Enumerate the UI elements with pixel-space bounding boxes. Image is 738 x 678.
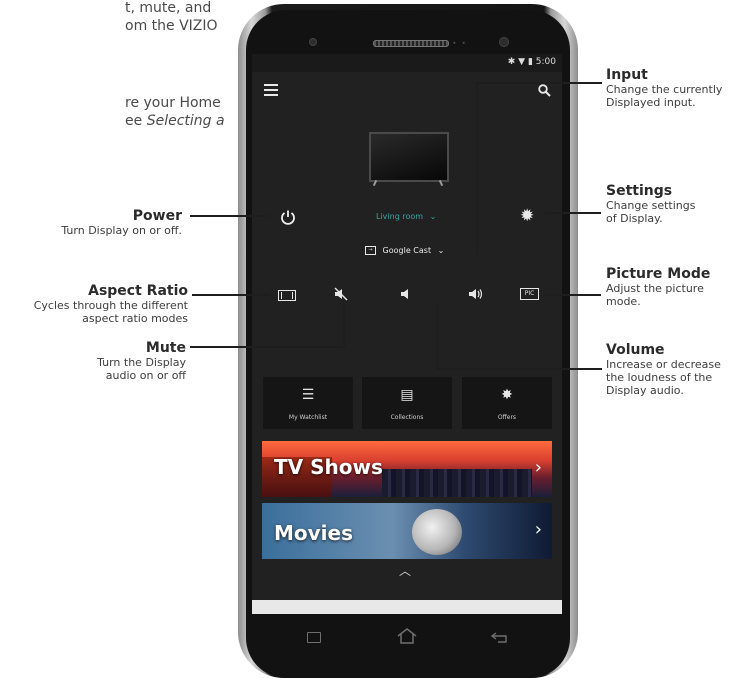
- callout-title: Power: [132, 208, 182, 224]
- settings-callout: Settings Change settings of Display.: [606, 183, 695, 225]
- recent-apps-icon[interactable]: [307, 632, 321, 643]
- callout-desc: of Display.: [606, 212, 663, 225]
- input-selector[interactable]: → Google Cast ⌄: [365, 246, 444, 255]
- collections-icon: ▤: [400, 387, 414, 403]
- front-camera: [499, 37, 509, 47]
- picture-mode-callout: Picture Mode Adjust the picture mode.: [606, 266, 710, 308]
- aspect-ratio-callout: Aspect Ratio Cycles through the differen…: [34, 283, 188, 325]
- collections-tile[interactable]: ▤ Collections: [362, 377, 452, 429]
- callout-title: Volume: [606, 342, 665, 358]
- proximity-dots: • •: [452, 39, 467, 48]
- power-leader-line: [190, 215, 267, 217]
- callout-desc: Increase or decrease: [606, 358, 721, 371]
- volume-down-icon[interactable]: [400, 288, 412, 300]
- tile-label: Collections: [390, 414, 424, 421]
- callout-desc: Displayed input.: [606, 96, 696, 109]
- bluetooth-icon: ✱: [507, 57, 516, 67]
- power-callout: Power Turn Display on or off.: [61, 208, 182, 237]
- volume-leader-line-v: [436, 303, 438, 370]
- watchlist-icon: ☰: [301, 387, 315, 403]
- chevron-down-icon: ⌄: [437, 246, 445, 255]
- callout-desc: Adjust the picture: [606, 282, 704, 295]
- callout-desc: Change the currently: [606, 83, 723, 96]
- power-icon[interactable]: [280, 209, 296, 225]
- manual-text-italic: Selecting a: [146, 113, 225, 129]
- status-indicators: ✱ ▼ ▮ 5:00: [508, 57, 556, 67]
- callout-title: Mute: [145, 340, 186, 356]
- input-icon: →: [365, 246, 376, 255]
- chevron-down-icon: ⌄: [429, 212, 437, 221]
- callout-desc: Change settings: [606, 199, 696, 212]
- tv-image: [369, 132, 449, 182]
- manual-text-line-2: om the VIZIO: [125, 18, 218, 34]
- aspect-ratio-icon[interactable]: [278, 290, 296, 301]
- callout-title: Settings: [606, 183, 673, 199]
- offers-icon: ✸: [501, 387, 513, 403]
- callout-desc: audio on or off: [105, 369, 186, 382]
- chevron-right-icon: ›: [534, 519, 542, 540]
- input-name: Google Cast: [382, 246, 432, 255]
- callout-title: Picture Mode: [606, 266, 711, 282]
- movies-title: Movies: [274, 521, 354, 545]
- mute-icon[interactable]: [334, 287, 348, 301]
- aspect-leader-line: [192, 294, 270, 296]
- my-watchlist-tile[interactable]: ☰ My Watchlist: [263, 377, 353, 429]
- volume-callout: Volume Increase or decrease the loudness…: [606, 342, 721, 397]
- astronaut-image: [412, 509, 462, 555]
- back-icon[interactable]: [490, 631, 508, 643]
- device-selector[interactable]: Living room ⌄: [376, 212, 436, 221]
- volume-leader-line-h: [438, 368, 602, 370]
- picture-mode-icon[interactable]: PIC: [520, 288, 539, 300]
- chevron-up-icon[interactable]: ︿: [399, 562, 411, 579]
- city-skyline-image: [382, 469, 532, 497]
- tv-leg-left: [372, 179, 378, 187]
- input-leader-line-v: [476, 82, 478, 254]
- manual-text-line-3: re your Home: [125, 95, 221, 111]
- mute-leader-line-v: [343, 303, 345, 348]
- search-icon[interactable]: [538, 84, 551, 97]
- front-sensor-dot: [309, 38, 317, 46]
- device-name: Living room: [376, 212, 424, 221]
- callout-desc: Turn the Display: [97, 356, 186, 369]
- volume-up-icon[interactable]: [468, 288, 484, 300]
- android-nav-bar: [252, 614, 562, 664]
- gear-icon[interactable]: ✹: [520, 206, 534, 226]
- chevron-right-icon: ›: [534, 457, 542, 478]
- settings-leader-line: [545, 212, 601, 214]
- callout-desc: aspect ratio modes: [82, 312, 188, 325]
- callout-desc: the loudness of the: [606, 371, 713, 384]
- battery-icon: ▮: [527, 57, 533, 67]
- home-icon[interactable]: [396, 628, 418, 644]
- menu-icon[interactable]: [264, 84, 278, 96]
- callout-desc: Turn Display on or off.: [61, 224, 182, 237]
- status-time: 5:00: [535, 57, 556, 67]
- callout-title: Aspect Ratio: [88, 283, 188, 299]
- callout-desc: Cycles through the different: [33, 299, 188, 312]
- manual-text-line-4: ee Selecting a: [125, 112, 225, 130]
- manual-text-plain: ee: [125, 113, 147, 129]
- picture-mode-leader-line: [545, 294, 601, 296]
- input-leader-line-h: [478, 82, 602, 84]
- status-bar: ✱ ▼ ▮ 5:00: [252, 54, 562, 72]
- tile-label: My Watchlist: [288, 414, 328, 421]
- callout-desc: mode.: [606, 295, 641, 308]
- callout-title: Input: [606, 67, 648, 83]
- movies-banner[interactable]: Movies ›: [262, 503, 552, 559]
- earpiece-speaker: [373, 40, 449, 47]
- mute-leader-line-h: [190, 346, 345, 348]
- input-callout: Input Change the currently Displayed inp…: [606, 67, 722, 109]
- offers-tile[interactable]: ✸ Offers: [462, 377, 552, 429]
- tile-label: Offers: [497, 414, 517, 421]
- mute-callout: Mute Turn the Display audio on or off: [97, 340, 186, 382]
- tv-shows-title: TV Shows: [274, 455, 383, 479]
- tv-shows-banner[interactable]: TV Shows ›: [262, 441, 552, 497]
- app-screen: ✱ ▼ ▮ 5:00 Living room ⌄ ✹ → Google Cast…: [252, 54, 562, 614]
- manual-text-line-1: t, mute, and: [125, 0, 212, 16]
- callout-desc: Display audio.: [606, 384, 684, 397]
- wifi-icon: ▼: [518, 57, 526, 67]
- bottom-bar: [252, 600, 562, 614]
